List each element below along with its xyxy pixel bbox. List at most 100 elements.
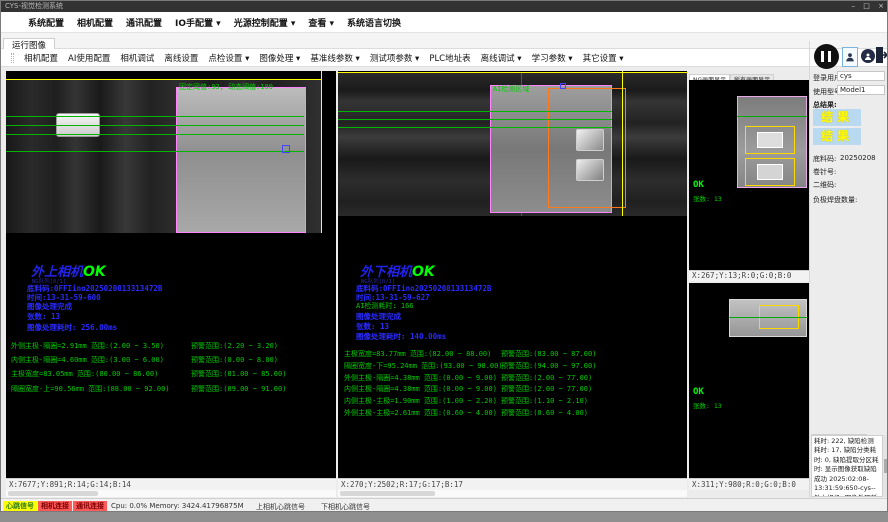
pause-button[interactable] <box>814 44 839 69</box>
toolbar-camera-config[interactable]: 相机配置 <box>24 52 58 64</box>
metal-tab-blob <box>576 129 604 151</box>
needle-id-label: 卷针号: <box>813 167 836 177</box>
toolbar-plc-address-table[interactable]: PLC地址表 <box>429 52 470 64</box>
tab-strip: 运行图像 <box>1 33 887 49</box>
minimize-button[interactable]: – <box>852 2 856 10</box>
process-time-label: 图像处理耗时: 140.00ms <box>356 331 446 342</box>
toolbar-offline-debug[interactable]: 离线调试 ▾ <box>481 52 522 64</box>
ai-region-label: AI检测区域 <box>493 84 529 94</box>
menu-item-camera-config[interactable]: 相机配置 <box>77 16 113 29</box>
measure-line-green <box>6 134 304 135</box>
menu-item-system-config[interactable]: 系统配置 <box>28 16 64 29</box>
menu-bar: 系统配置 相机配置 通讯配置 IO手配置 ▾ 光源控制配置 ▾ 查看 ▾ 系统语… <box>1 12 887 33</box>
window-title: CYS-视觉检测系统 <box>5 2 63 10</box>
measurement-row: 内侧主极-隔圈=4.38mm 范围:(0.00 ~ 9.00) <box>344 384 497 394</box>
menu-item-comm-config[interactable]: 通讯配置 <box>126 16 162 29</box>
batch-code-value: 20250208 <box>840 154 876 162</box>
defect-crop-thumbnail <box>757 164 783 180</box>
pixel-coord-readout-thumb2: X:311;Y:980;R:0;G:0;B:0 <box>689 478 809 490</box>
toolbar-baseline-params[interactable]: 基准线参数 ▾ <box>310 52 359 64</box>
hscroll-thumb[interactable] <box>8 491 98 496</box>
thumb-view-1[interactable]: OK 张数: 13 <box>689 80 809 270</box>
log-scrollbar[interactable] <box>883 435 888 497</box>
warn-range: 预警范围:(2.00 ~ 77.00) <box>501 384 592 394</box>
user-login-button[interactable] <box>842 47 858 67</box>
window-controls: – □ × <box>846 1 884 12</box>
measurement-row: 外侧主极-隔圈=4.38mm 范围:(0.00 ~ 9.00) <box>344 373 497 383</box>
toolbar: 相机配置 AI使用配置 相机调试 离线设置 点检设置 ▾ 图像处理 ▾ 基准线参… <box>1 49 887 67</box>
camera-view-lower-outer[interactable]: AI检测区域 外下相机OK NG队列[0/1] 底料码:0FFIino20250… <box>338 71 687 478</box>
ai-time-label: AI检测耗时: 166 <box>356 301 414 311</box>
panel-divider <box>809 41 810 498</box>
defect-crop-thumbnail <box>757 132 783 148</box>
close-button[interactable]: × <box>878 2 884 10</box>
roi-marker-blue <box>560 83 566 89</box>
result-box-2: 结果 <box>813 128 861 145</box>
thumb-info-line: 张数: 13 <box>693 193 722 203</box>
measurement-row: 隔圈宽度-上=90.56mm 范围:(88.00 ~ 92.00) <box>11 384 170 394</box>
measurement-row: 内侧主极-主极=1.90mm 范围:(1.00 ~ 2.20) <box>344 396 497 406</box>
cpu-memory-readout: Cpu: 0.0% Memory: 3424.41796875M <box>111 502 244 510</box>
toolbar-grip[interactable] <box>11 53 14 63</box>
toolbar-ai-usage-config[interactable]: AI使用配置 <box>68 52 110 64</box>
log-scroll-thumb[interactable] <box>884 459 887 473</box>
log-tab-strip: 运行日志缺陷显示统计信息 <box>811 425 888 435</box>
qr-code-label: 二维码: <box>813 180 836 190</box>
toolbar-camera-debug[interactable]: 相机调试 <box>120 52 154 64</box>
logout-button[interactable] <box>875 45 888 65</box>
toolbar-other-settings[interactable]: 其它设置 ▾ <box>583 52 624 64</box>
measurement-row: 主极宽度=83.05mm 范围:(80.00 ~ 86.00) <box>11 369 158 379</box>
measure-line-green <box>737 116 807 117</box>
measure-line-green <box>338 127 612 128</box>
pixel-coord-readout-right: X:270;Y:2502;R:17;G:17;B:17 <box>338 478 687 490</box>
menu-item-view[interactable]: 查看 ▾ <box>308 16 334 29</box>
toolbar-spotcheck-settings[interactable]: 点检设置 ▾ <box>208 52 249 64</box>
app-window: CYS-视觉检测系统 – □ × C 系统配置 相机配置 通讯配置 IO手配置 … <box>0 0 888 512</box>
warn-range: 预警范围:(2.00 ~ 77.00) <box>501 373 592 383</box>
lower-camera-heartbeat-warning: 下相机心跳信号 <box>321 502 370 512</box>
warn-range: 预警范围:(81.00 ~ 85.00) <box>191 369 286 379</box>
measure-line-green <box>729 317 807 318</box>
camera-view-upper-outer[interactable]: 固定阈值:93, 动态阈值:100 外上相机OK NG队列[0/1] 底料码:0… <box>6 71 336 478</box>
result-ok-label: OK <box>412 264 435 280</box>
hscrollbar-left[interactable] <box>6 490 336 497</box>
user-account-button[interactable] <box>861 49 875 63</box>
metal-tab-blob <box>576 159 604 181</box>
model-field[interactable]: Model1 <box>837 85 885 95</box>
menu-item-language-switch[interactable]: 系统语言切换 <box>347 16 401 29</box>
thumb-view-2[interactable]: OK 张数: 13 <box>689 283 809 478</box>
maximize-button[interactable]: □ <box>863 2 870 10</box>
warn-range: 预警范围:(83.00 ~ 87.00) <box>501 349 596 359</box>
measure-line-green <box>338 119 612 120</box>
menu-item-io-config[interactable]: IO手配置 ▾ <box>175 16 221 29</box>
toolbar-learning-params[interactable]: 学习参数 ▾ <box>532 52 573 64</box>
warn-range: 预警范围:(0.60 ~ 4.00) <box>501 408 588 418</box>
result-ok-label: OK <box>83 264 106 280</box>
measure-line-green <box>6 116 304 117</box>
upper-camera-heartbeat-warning: 上相机心跳信号 <box>256 502 305 512</box>
pixel-coord-readout-thumb1: X:267;Y:13;R:0;G:0;B:0 <box>689 270 809 281</box>
measurement-row: 外侧主极-隔圈=2.91mm 范围:(2.00 ~ 3.50) <box>11 341 164 351</box>
warn-range: 预警范围:(94.00 ~ 97.00) <box>501 361 596 371</box>
measurement-row: 隔圈宽度-下=95.24mm 范围:(93.00 ~ 98.00) <box>344 361 503 371</box>
toolbar-test-params[interactable]: 测试项参数 ▾ <box>370 52 419 64</box>
status-bar: 心跳信号 相机连接 通讯连接 Cpu: 0.0% Memory: 3424.41… <box>1 498 887 512</box>
camera-connection-badge: 相机连接 <box>38 501 72 511</box>
detected-part-region <box>176 87 306 233</box>
frame-count-label: 张数: 13 <box>27 311 60 322</box>
toolbar-image-processing[interactable]: 图像处理 ▾ <box>259 52 300 64</box>
thumb-ok-label: OK <box>693 180 704 190</box>
person-icon <box>845 51 855 63</box>
thumb-tab-strip: NG画面显示所有画面显示最新画面显示 <box>689 67 809 80</box>
warn-range: 预警范围:(2.20 ~ 3.20) <box>191 341 278 351</box>
annotation-line-yellow-vertical <box>321 71 322 233</box>
measurement-row: 主极宽度=83.77mm 范围:(82.00 ~ 88.00) <box>344 349 491 359</box>
login-user-field[interactable]: cys <box>837 71 885 81</box>
warn-range: 预警范围:(1.10 ~ 2.10) <box>501 396 588 406</box>
log-text-area[interactable]: 耗时: 222, 缺陷检测耗时: 17, 缺陷分类耗时: 0, 缺陷提取分区耗时… <box>811 435 883 497</box>
titlebar: CYS-视觉检测系统 – □ × <box>1 1 887 12</box>
menu-item-light-config[interactable]: 光源控制配置 ▾ <box>234 16 296 29</box>
hscrollbar-right[interactable] <box>338 490 687 497</box>
toolbar-offline-settings[interactable]: 离线设置 <box>164 52 198 64</box>
hscroll-thumb[interactable] <box>340 491 435 496</box>
